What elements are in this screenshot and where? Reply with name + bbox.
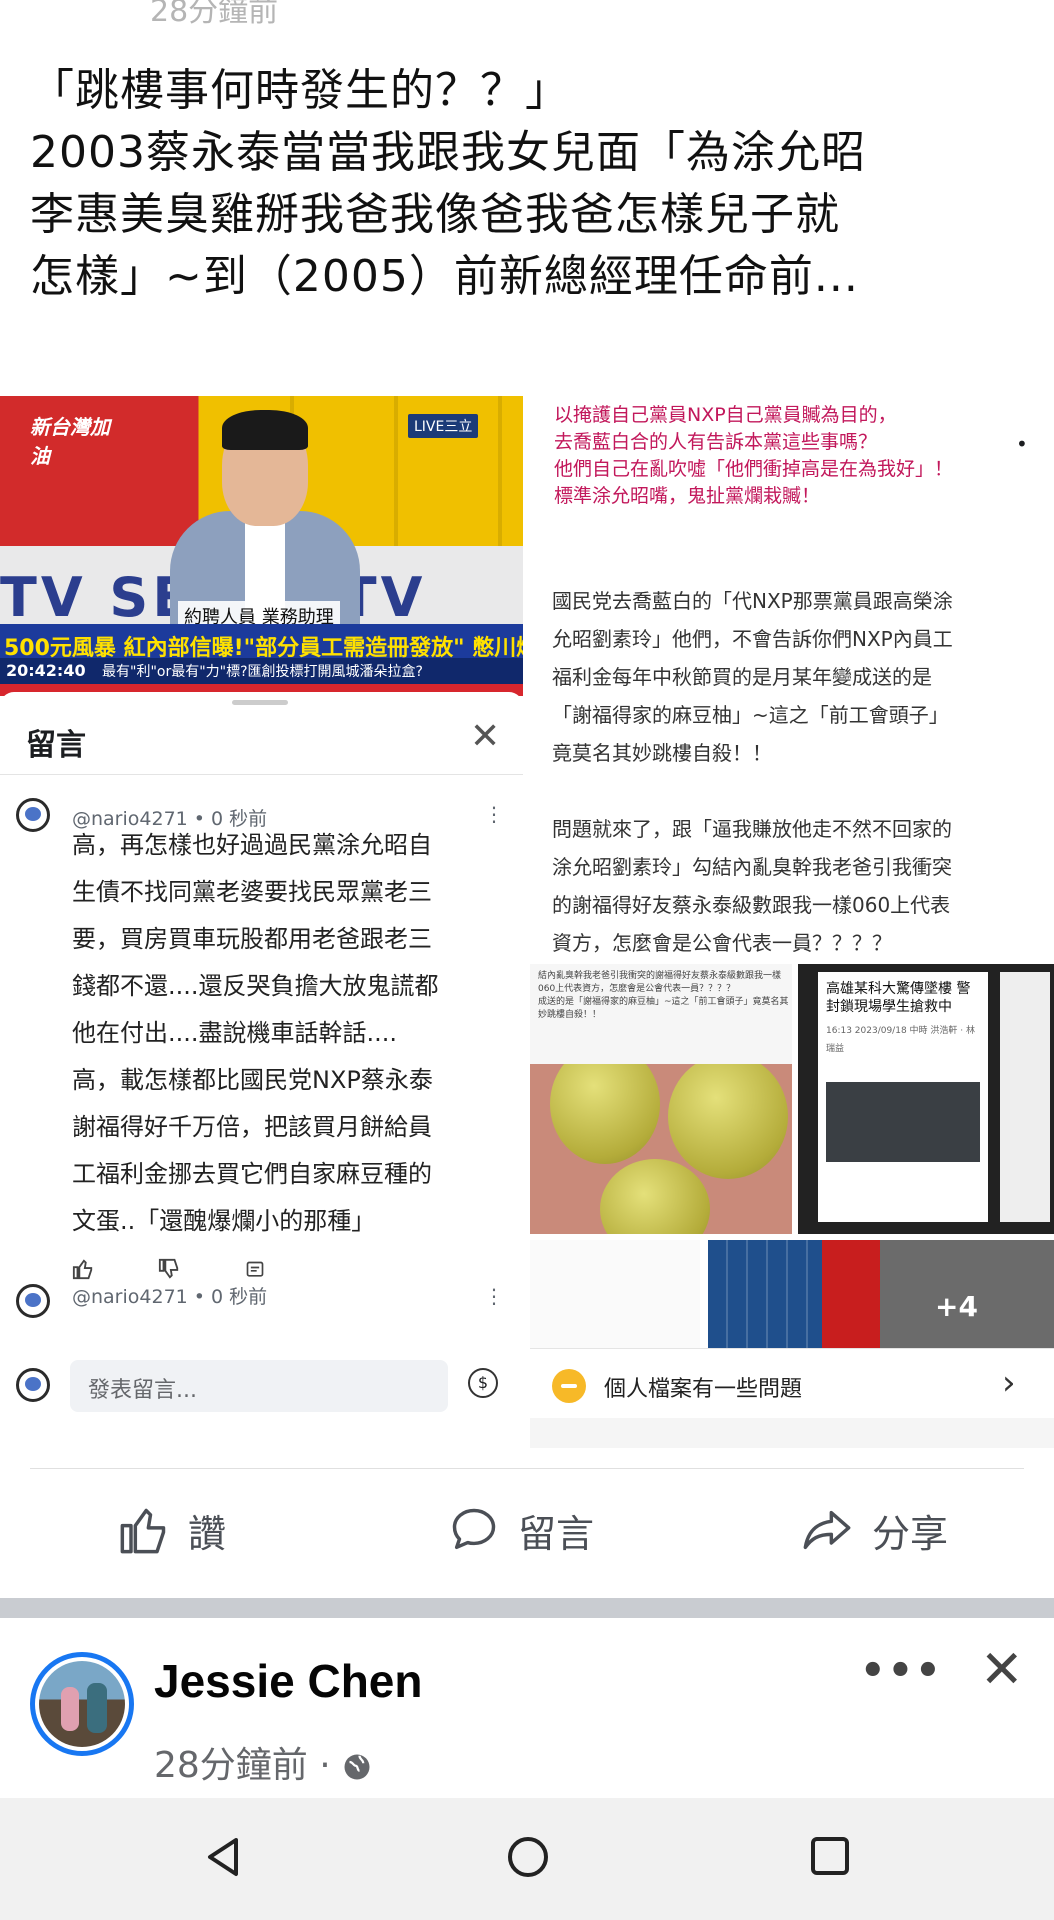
pomelo-photo	[530, 1064, 792, 1234]
post-time-text: 28分鐘前 ·	[154, 1745, 331, 1786]
more-photos-count[interactable]: +4	[935, 1290, 978, 1323]
sheet-drag-handle[interactable]	[232, 700, 288, 705]
inner-nav-bar	[0, 1418, 523, 1448]
comment-body: 高，再怎樣也好過過民黨涂允昭自 生債不找同黨老婆要找民眾黨老三 要，買房買車玩股…	[72, 822, 492, 1245]
news-meta: 16:13 2023/09/18 中時 洪浩軒 · 林瑞益	[826, 1026, 975, 1054]
comment-line: 要，買房買車玩股都用老爸跟老三	[72, 925, 432, 953]
paragraph-line: 資方，怎麼會是公會代表一員？？？？	[552, 931, 892, 955]
post-text-line: 李惠美臭雞掰我爸我像爸我爸怎樣兒子就	[30, 189, 840, 240]
paragraph-line: 問題就來了，跟「逼我賺放他走不然不回家的	[552, 817, 952, 841]
post-text: 「跳樓事何時發生的？？」 2003蔡永泰當當我跟我女兒面「為涂允昭 李惠美臭雞掰…	[30, 60, 1030, 308]
quote-line: 他們自己在亂吹噓「他們衝掉高是在為我好」！	[554, 458, 954, 480]
paragraph-line: 福利金每年中秋節買的是月某年變成送的是	[552, 665, 932, 689]
image-collage[interactable]: 結內亂臭幹我老爸引我衝突的謝福得好友蔡永泰級數跟我一樣 060上代表資方，怎麼會…	[530, 964, 1054, 1404]
comment-line: 謝福得好千万倍，把該買月餅給員	[72, 1113, 432, 1141]
close-icon[interactable]: ✕	[470, 716, 500, 757]
comment-line: 生債不找同黨老婆要找民眾黨老三	[72, 878, 432, 906]
post-text-line: 2003蔡永泰當當我跟我女兒面「為涂允昭	[30, 127, 866, 178]
comment-label: 留言	[518, 1511, 595, 1556]
post-separator	[0, 1598, 1054, 1618]
commenter-handle[interactable]: @nario4271 • 0 秒前	[72, 1282, 267, 1309]
channel-logo: 新台灣加油	[30, 415, 110, 468]
post-action-bar: 讚 留言 分享	[0, 1470, 1054, 1590]
comment-line: 工福利金挪去買它們自家麻豆種的	[72, 1160, 432, 1188]
profile-warning-row[interactable]: 個人檔案有一些問題 ›	[530, 1348, 1054, 1418]
comment-line: 錢都不還....還反哭負擔大放鬼謊都	[72, 972, 439, 1000]
post-photo[interactable]: 新台灣加油 LIVE三立 TV SET ETTV 約聘人員 業務助理 500元風…	[0, 396, 1054, 1448]
commenter-avatar[interactable]	[16, 1284, 50, 1318]
live-badge: LIVE三立	[408, 414, 479, 438]
chevron-right-icon: ›	[1002, 1363, 1016, 1403]
comment-input[interactable]: 發表留言...	[70, 1360, 448, 1412]
tv-screenshot: 新台灣加油 LIVE三立 TV SET ETTV 約聘人員 業務助理 500元風…	[0, 396, 523, 696]
highlight-quote: 以掩護自己黨員NXP自己黨員贓為目的， 去喬藍白合的人有告訴本黨這些事嗎？ 他們…	[554, 402, 1044, 510]
paragraph-line: 涂允昭劉素玲」勾結內亂臭幹我老爸引我衝突	[552, 855, 952, 879]
tv-bottom-text: 最有"利"or最有"力"標?匯創投標打開風城潘朵拉盒?	[102, 664, 423, 680]
post-timestamp[interactable]: 28分鐘前 ·	[154, 1736, 372, 1788]
home-icon[interactable]	[505, 1834, 551, 1884]
share-button[interactable]: 分享	[800, 1500, 948, 1560]
news-screenshot: 高雄某科大驚傳墜樓 警封鎖現場學生搶救中 16:13 2023/09/18 中時…	[798, 964, 1054, 1234]
share-label: 分享	[872, 1511, 949, 1556]
commenter-avatar[interactable]	[16, 798, 50, 832]
comments-title: 留言	[26, 728, 86, 763]
tv-bottom-bar: 20:42:40 最有"利"or最有"力"標?匯創投標打開風城潘朵拉盒?	[0, 658, 523, 684]
super-thanks-icon[interactable]: $	[468, 1368, 498, 1398]
comment-line: 高，再怎樣也好過過民黨涂允昭自	[72, 831, 432, 859]
user-avatar	[16, 1368, 50, 1402]
inner-nav-bar	[530, 1418, 1054, 1448]
like-button[interactable]: 讚	[118, 1500, 226, 1560]
back-icon[interactable]	[202, 1834, 246, 1884]
more-options-icon[interactable]: •••	[860, 1648, 943, 1694]
profile-warning-text: 個人檔案有一些問題	[604, 1377, 803, 1402]
paragraph-line: 「謝福得家的麻豆柚」~這之「前工會頭子」	[552, 703, 949, 727]
comment-input-bar: 發表留言... $	[0, 1348, 523, 1418]
system-navigation-bar	[0, 1798, 1054, 1920]
collage-doc	[530, 1240, 700, 1352]
news-title: 高雄某科大驚傳墜樓 警封鎖現場學生搶救中	[826, 981, 971, 1015]
author-avatar[interactable]	[30, 1652, 134, 1756]
paragraph-line: 竟莫名其妙跳樓自殺！！	[552, 741, 772, 765]
share-arrow-icon	[803, 1510, 851, 1550]
globe-icon	[344, 1754, 370, 1780]
faded-timestamp: 28分鐘前	[150, 0, 279, 29]
comment-line: 高，載怎樣都比國民党NXP蔡永泰	[72, 1066, 433, 1094]
recents-icon[interactable]	[808, 1834, 852, 1882]
next-post-header: Jessie Chen 28分鐘前 · ••• ✕	[0, 1618, 1054, 1798]
quote-line: 去喬藍白合的人有告訴本黨這些事嗎？	[554, 431, 878, 453]
warning-icon	[552, 1369, 586, 1403]
quote-line: 標準涂允昭嘴，鬼扯黨爛栽贓！	[554, 485, 821, 507]
comment-actions	[72, 1258, 323, 1285]
comment-bubble-icon	[452, 1508, 496, 1550]
post-text-line: 「跳樓事何時發生的？？」	[30, 65, 570, 116]
thumbs-up-icon	[120, 1508, 166, 1554]
comment-button[interactable]: 留言	[448, 1500, 594, 1560]
comments-sheet: 留言 ✕ @nario4271 • 0 秒前 ⋮ 高，再怎樣也好過過民黨涂允昭自…	[0, 692, 523, 1448]
divider	[30, 1468, 1024, 1469]
collage-text-shot: 結內亂臭幹我老爸引我衝突的謝福得好友蔡永泰級數跟我一樣 060上代表資方，怎麼會…	[530, 964, 792, 1064]
more-options-icon[interactable]: ⋮	[484, 1284, 504, 1308]
collage-board	[708, 1240, 822, 1352]
comment-line: 文蛋..「還醜爆爛小的那種」	[72, 1207, 376, 1235]
close-icon[interactable]: ✕	[980, 1640, 1024, 1700]
tv-time: 20:42:40	[6, 661, 86, 680]
comment-line: 他在付出....盡說機車話幹話....	[72, 1019, 398, 1047]
text-screenshot: 以掩護自己黨員NXP自己黨員贓為目的， 去喬藍白合的人有告訴本黨這些事嗎？ 他們…	[530, 396, 1054, 1448]
author-name[interactable]: Jessie Chen	[154, 1654, 422, 1708]
screenshot-paragraphs: 國民党去喬藍白的「代NXP那票黨員跟高榮涂 允昭劉素玲」他們，不會告訴你們NXP…	[552, 582, 1047, 962]
paragraph-line: 允昭劉素玲」他們，不會告訴你們NXP內員工	[552, 627, 953, 651]
paragraph-line: 國民党去喬藍白的「代NXP那票黨員跟高榮涂	[552, 589, 953, 613]
like-label: 讚	[188, 1511, 227, 1556]
quote-line: 以掩護自己黨員NXP自己黨員贓為目的，	[554, 404, 897, 426]
post-text-line: 怎樣」~到（2005）前新總經理任命前...	[30, 251, 859, 302]
paragraph-line: 的謝福得好友蔡永泰級數跟我一樣060上代表	[552, 893, 951, 917]
